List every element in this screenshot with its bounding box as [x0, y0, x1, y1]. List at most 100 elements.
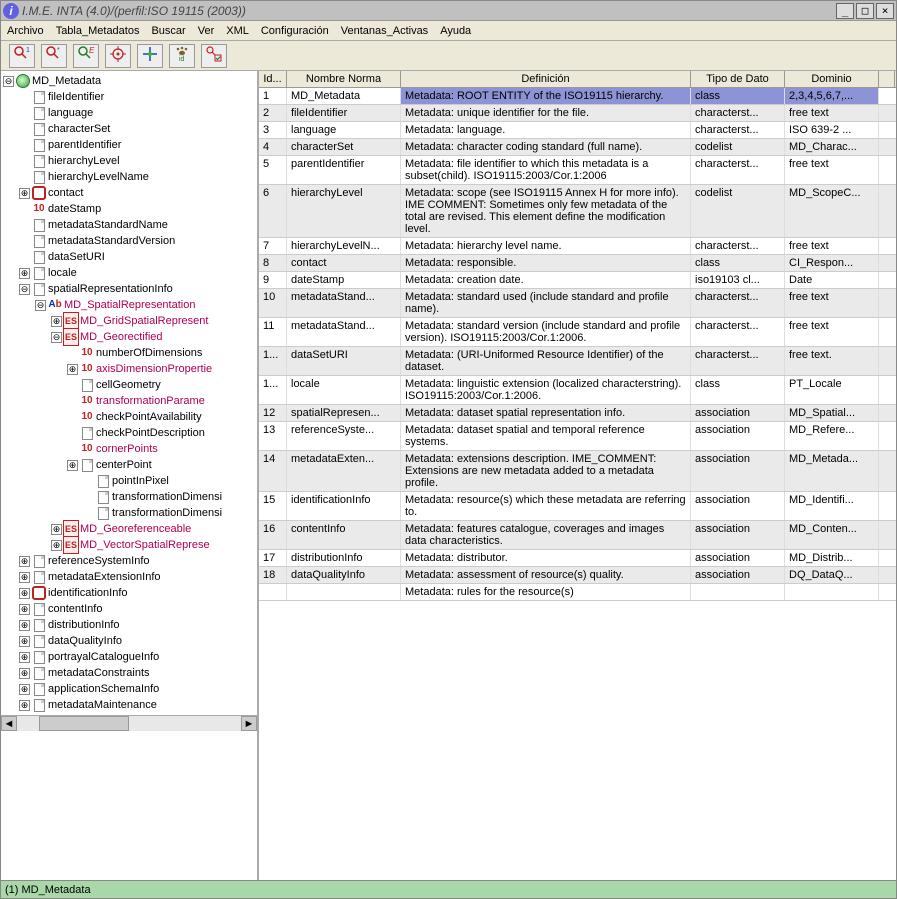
- tree-node[interactable]: ⊕ESMD_VectorSpatialReprese: [1, 537, 259, 553]
- tree-node[interactable]: ⊕portrayalCatalogueInfo: [1, 649, 259, 665]
- tree-node[interactable]: ⊕metadataExtensionInfo: [1, 569, 259, 585]
- expand-icon[interactable]: ⊕: [19, 636, 30, 647]
- collapse-icon[interactable]: ⊖: [51, 332, 62, 343]
- table-row[interactable]: 12spatialRepresen...Metadata: dataset sp…: [259, 405, 896, 422]
- tree-node[interactable]: ⊖ESMD_Georectified: [1, 329, 259, 345]
- titlebar[interactable]: i I.M.E. INTA (4.0)/(perfil:ISO 19115 (2…: [1, 1, 896, 21]
- scroll-left-icon[interactable]: ◄: [1, 716, 17, 731]
- table-row[interactable]: 14metadataExten...Metadata: extensions d…: [259, 451, 896, 492]
- scroll-right-icon[interactable]: ►: [241, 716, 257, 731]
- table-row[interactable]: 8contactMetadata: responsible.classCI_Re…: [259, 255, 896, 272]
- tree-node[interactable]: transformationDimensi: [1, 489, 259, 505]
- collapse-icon[interactable]: ⊖: [35, 300, 46, 311]
- tree-node[interactable]: ⊕referenceSystemInfo: [1, 553, 259, 569]
- metadata-tree[interactable]: ⊖MD_MetadatafileIdentifierlanguagecharac…: [1, 71, 259, 880]
- toolbar-find-all-button[interactable]: *: [41, 44, 67, 68]
- tree-node[interactable]: ⊕ESMD_GridSpatialRepresent: [1, 313, 259, 329]
- tree-node[interactable]: hierarchyLevelName: [1, 169, 259, 185]
- table-row[interactable]: 11metadataStand...Metadata: standard ver…: [259, 318, 896, 347]
- tree-node[interactable]: ⊕identificationInfo: [1, 585, 259, 601]
- tree-node[interactable]: ⊕metadataConstraints: [1, 665, 259, 681]
- tree-node[interactable]: ⊕contentInfo: [1, 601, 259, 617]
- tree-hscroll[interactable]: ◄ ►: [1, 715, 257, 731]
- tree-node[interactable]: language: [1, 105, 259, 121]
- tree-node[interactable]: ⊕dataQualityInfo: [1, 633, 259, 649]
- tree-node[interactable]: 10checkPointAvailability: [1, 409, 259, 425]
- col-header[interactable]: Id...: [259, 71, 287, 87]
- tree-node[interactable]: dataSetURI: [1, 249, 259, 265]
- expand-icon[interactable]: ⊕: [19, 588, 30, 599]
- tree-node[interactable]: ⊖spatialRepresentationInfo: [1, 281, 259, 297]
- expand-icon[interactable]: ⊕: [67, 364, 78, 375]
- expand-icon[interactable]: ⊕: [19, 604, 30, 615]
- table-row[interactable]: 10metadataStand...Metadata: standard use…: [259, 289, 896, 318]
- tree-node[interactable]: 10dateStamp: [1, 201, 259, 217]
- tree-node[interactable]: 10cornerPoints: [1, 441, 259, 457]
- expand-icon[interactable]: ⊕: [19, 268, 30, 279]
- toolbar-find-first-button[interactable]: 1: [9, 44, 35, 68]
- table-row[interactable]: 18dataQualityInfoMetadata: assessment of…: [259, 567, 896, 584]
- tree-node[interactable]: pointInPixel: [1, 473, 259, 489]
- table-row[interactable]: 2fileIdentifierMetadata: unique identifi…: [259, 105, 896, 122]
- table-row[interactable]: 9dateStampMetadata: creation date.iso191…: [259, 272, 896, 289]
- expand-icon[interactable]: ⊕: [19, 572, 30, 583]
- table-row[interactable]: 17distributionInfoMetadata: distributor.…: [259, 550, 896, 567]
- tree-node[interactable]: 10numberOfDimensions: [1, 345, 259, 361]
- tree-node[interactable]: metadataStandardName: [1, 217, 259, 233]
- menu-tablametadatos[interactable]: Tabla_Metadatos: [56, 25, 140, 37]
- table-row[interactable]: 6hierarchyLevelMetadata: scope (see ISO1…: [259, 185, 896, 238]
- tree-node[interactable]: cellGeometry: [1, 377, 259, 393]
- minimize-button[interactable]: _: [836, 3, 854, 19]
- col-header[interactable]: Dominio: [785, 71, 879, 87]
- menu-ver[interactable]: Ver: [198, 25, 215, 37]
- collapse-icon[interactable]: ⊖: [3, 76, 14, 87]
- table-row[interactable]: 16contentInfoMetadata: features catalogu…: [259, 521, 896, 550]
- scroll-track[interactable]: [17, 716, 241, 731]
- menu-ventanasactivas[interactable]: Ventanas_Activas: [341, 25, 428, 37]
- tree-node[interactable]: ⊕ESMD_Georeferenceable: [1, 521, 259, 537]
- table-row[interactable]: 3languageMetadata: language.characterst.…: [259, 122, 896, 139]
- table-row[interactable]: 5parentIdentifierMetadata: file identifi…: [259, 156, 896, 185]
- scroll-thumb[interactable]: [39, 716, 129, 731]
- tree-node[interactable]: hierarchyLevel: [1, 153, 259, 169]
- tree-node[interactable]: fileIdentifier: [1, 89, 259, 105]
- table-row[interactable]: 1...localeMetadata: linguistic extension…: [259, 376, 896, 405]
- toolbar-target-button[interactable]: [105, 44, 131, 68]
- expand-icon[interactable]: ⊕: [51, 524, 62, 535]
- col-header[interactable]: Definición: [401, 71, 691, 87]
- tree-node[interactable]: checkPointDescription: [1, 425, 259, 441]
- table-row[interactable]: 4characterSetMetadata: character coding …: [259, 139, 896, 156]
- tree-node[interactable]: transformationDimensi: [1, 505, 259, 521]
- expand-icon[interactable]: ⊕: [19, 684, 30, 695]
- menu-archivo[interactable]: Archivo: [7, 25, 44, 37]
- tree-node[interactable]: ⊕contact: [1, 185, 259, 201]
- table-row[interactable]: 7hierarchyLevelN...Metadata: hierarchy l…: [259, 238, 896, 255]
- table-row[interactable]: 13referenceSyste...Metadata: dataset spa…: [259, 422, 896, 451]
- close-button[interactable]: ×: [876, 3, 894, 19]
- expand-icon[interactable]: ⊕: [67, 460, 78, 471]
- menu-buscar[interactable]: Buscar: [151, 25, 185, 37]
- tree-node[interactable]: ⊖MD_Metadata: [1, 73, 259, 89]
- collapse-icon[interactable]: ⊖: [19, 284, 30, 295]
- tree-node[interactable]: ⊕10axisDimensionPropertie: [1, 361, 259, 377]
- col-header[interactable]: Nombre Norma: [287, 71, 401, 87]
- col-header[interactable]: Tipo de Dato: [691, 71, 785, 87]
- toolbar-find-e-button[interactable]: E: [73, 44, 99, 68]
- expand-icon[interactable]: ⊕: [19, 556, 30, 567]
- tree-node[interactable]: ⊕metadataMaintenance: [1, 697, 259, 713]
- toolbar-paw-id-button[interactable]: id: [169, 44, 195, 68]
- tree-node[interactable]: 10transformationParame: [1, 393, 259, 409]
- toolbar-center-button[interactable]: [137, 44, 163, 68]
- table-row[interactable]: 1MD_MetadataMetadata: ROOT ENTITY of the…: [259, 88, 896, 105]
- menu-xml[interactable]: XML: [226, 25, 249, 37]
- table-body[interactable]: 1MD_MetadataMetadata: ROOT ENTITY of the…: [259, 88, 896, 880]
- maximize-button[interactable]: □: [856, 3, 874, 19]
- table-header[interactable]: Id...Nombre NormaDefiniciónTipo de DatoD…: [259, 71, 896, 88]
- table-row[interactable]: 1...dataSetURIMetadata: (URI-Uniformed R…: [259, 347, 896, 376]
- tree-node[interactable]: ⊕centerPoint: [1, 457, 259, 473]
- expand-icon[interactable]: ⊕: [19, 188, 30, 199]
- expand-icon[interactable]: ⊕: [51, 316, 62, 327]
- expand-icon[interactable]: ⊕: [19, 652, 30, 663]
- expand-icon[interactable]: ⊕: [19, 620, 30, 631]
- table-row[interactable]: 15identificationInfoMetadata: resource(s…: [259, 492, 896, 521]
